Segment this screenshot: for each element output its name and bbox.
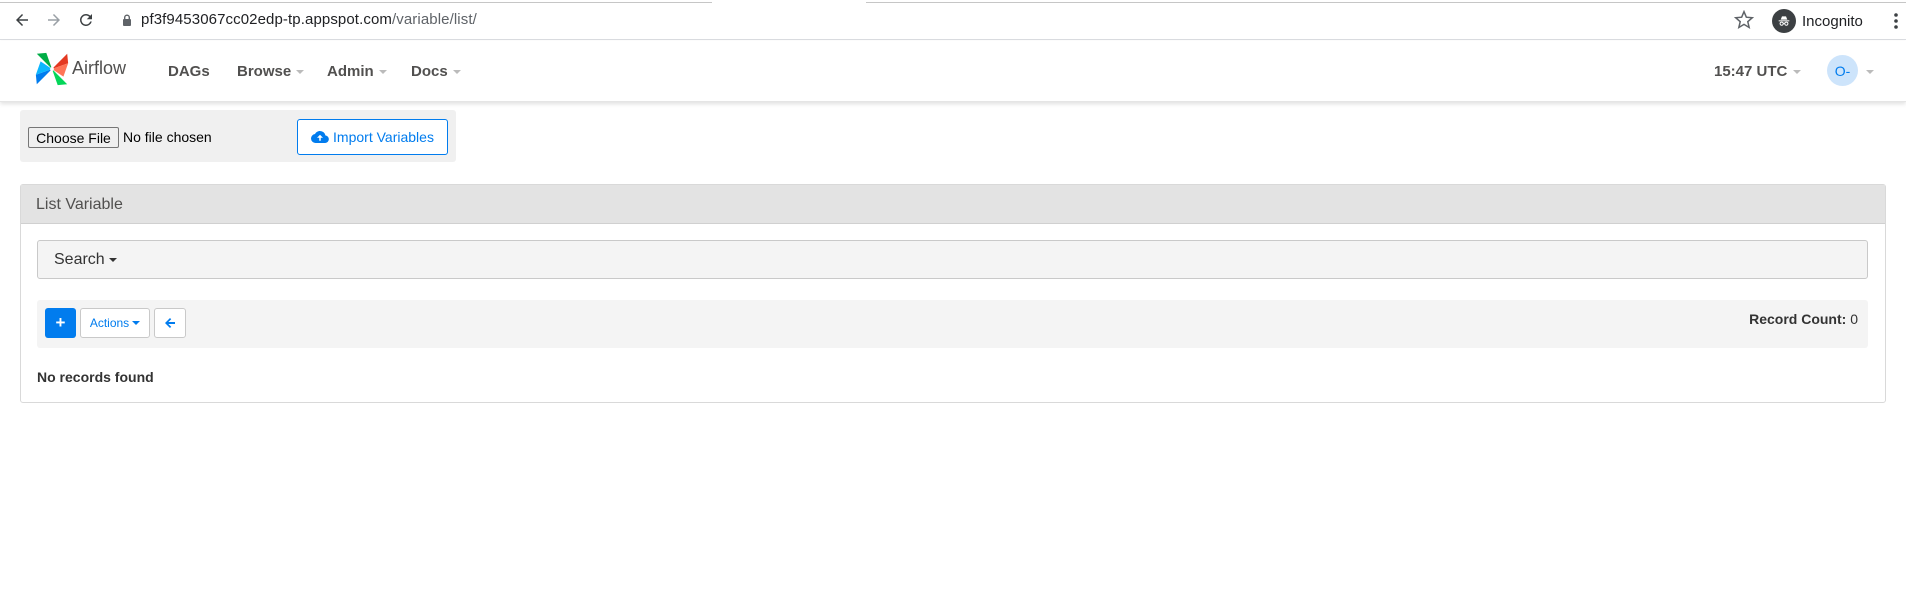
nav-admin[interactable]: Admin [327, 63, 387, 80]
brand-name[interactable]: Airflow [72, 58, 126, 79]
chevron-down-icon [108, 258, 117, 262]
actions-dropdown-button[interactable]: Actions [80, 308, 150, 338]
chevron-down-icon [296, 69, 305, 74]
nav-browse-label: Browse [237, 63, 292, 80]
kebab-menu-icon[interactable] [1893, 12, 1899, 30]
forward-icon[interactable] [43, 9, 65, 31]
nav-docs[interactable]: Docs [411, 63, 461, 80]
record-count-value: 0 [1850, 311, 1858, 327]
timezone-clock[interactable]: 15:47 UTC [1714, 63, 1802, 80]
actions-label: Actions [89, 316, 130, 330]
list-variable-panel: List Variable Search + Actions Record Co… [20, 184, 1886, 403]
airflow-logo-icon[interactable] [33, 50, 71, 88]
chevron-down-icon[interactable] [1866, 70, 1874, 74]
url-host: pf3f9453067cc02edp-tp.appspot.com [141, 11, 392, 28]
star-icon[interactable] [1734, 10, 1754, 30]
empty-state-message: No records found [37, 369, 154, 385]
incognito-indicator[interactable]: Incognito [1772, 8, 1863, 34]
search-dropdown[interactable]: Search [54, 251, 117, 269]
search-label: Search [54, 251, 105, 268]
chevron-down-icon [452, 69, 461, 74]
incognito-label: Incognito [1802, 12, 1863, 30]
page-title: List Variable [36, 196, 123, 213]
chevron-down-icon [1793, 69, 1802, 74]
add-record-button[interactable]: + [45, 308, 76, 338]
plus-icon: + [55, 313, 66, 332]
arrow-left-icon [165, 318, 175, 328]
user-avatar[interactable]: O- [1827, 55, 1858, 86]
nav-admin-label: Admin [327, 63, 374, 80]
tab-strip-edge [0, 0, 712, 3]
choose-file-button[interactable]: Choose File [28, 127, 119, 148]
address-bar[interactable]: pf3f9453067cc02edp-tp.appspot.com/variab… [141, 11, 477, 28]
file-status-text: No file chosen [123, 129, 212, 145]
import-variables-label: Import Variables [333, 129, 434, 145]
nav-dags-label: DAGs [168, 63, 210, 80]
lock-icon[interactable] [122, 14, 132, 26]
nav-docs-label: Docs [411, 63, 448, 80]
list-toolbar: + Actions Record Count: 0 [37, 300, 1868, 348]
record-count-label: Record Count: [1749, 311, 1847, 327]
clock-label: 15:47 UTC [1714, 63, 1788, 80]
panel-heading: List Variable [21, 185, 1885, 224]
browser-toolbar: pf3f9453067cc02edp-tp.appspot.com/variab… [0, 0, 1906, 40]
incognito-icon [1772, 9, 1796, 33]
chevron-down-icon [378, 69, 387, 74]
chevron-down-icon [132, 321, 141, 325]
airflow-navbar: Airflow DAGs Browse Admin Docs 15:47 UTC… [0, 41, 1906, 102]
tab-strip-edge [866, 0, 1906, 3]
back-button[interactable] [154, 308, 186, 338]
cloud-upload-icon [311, 131, 329, 143]
url-path: /variable/list/ [391, 11, 477, 28]
import-variables-button[interactable]: Import Variables [297, 119, 448, 155]
search-toggle[interactable]: Search [37, 240, 1868, 279]
reload-icon[interactable] [75, 9, 97, 31]
back-icon[interactable] [11, 9, 33, 31]
record-count: Record Count: 0 [1749, 311, 1858, 327]
nav-browse[interactable]: Browse [237, 63, 305, 80]
nav-dags[interactable]: DAGs [168, 63, 210, 80]
